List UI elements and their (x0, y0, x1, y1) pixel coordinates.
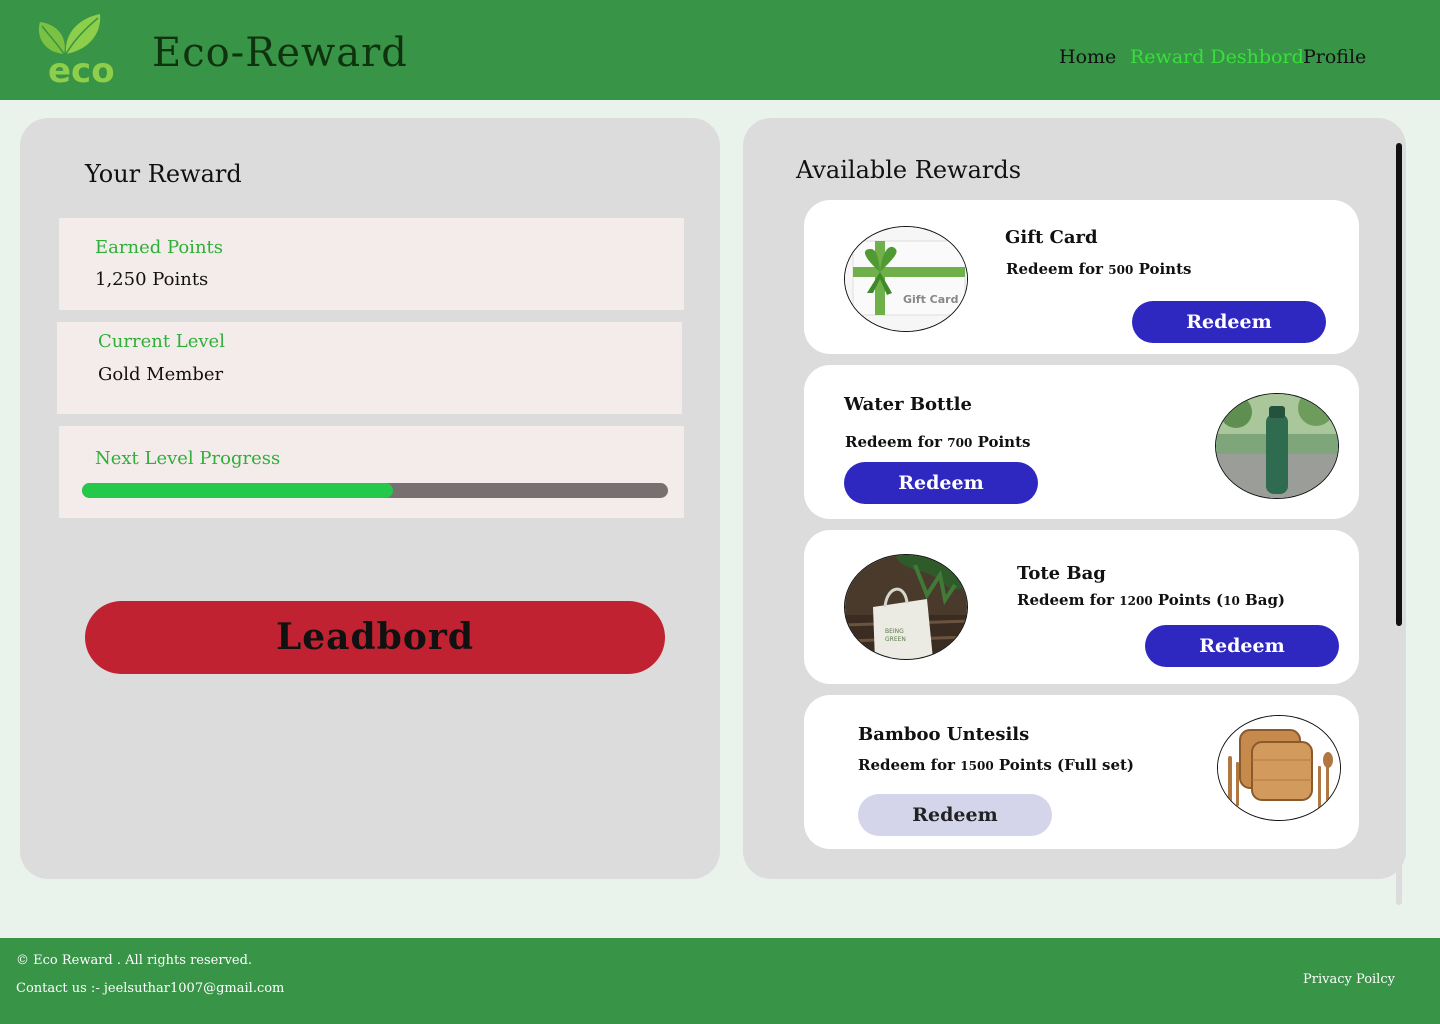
reward-card-tote-bag: BEING GREEN Tote Bag Redeem for 1200 Poi… (804, 530, 1359, 684)
reward-cost: Redeem for 1200 Points (10 Bag) (1017, 591, 1286, 609)
earned-points-card: Earned Points 1,250 Points (59, 218, 684, 310)
current-level-value: Gold Member (98, 364, 224, 385)
tote-bag-image: BEING GREEN (844, 554, 968, 660)
earned-points-value: 1,250 Points (95, 269, 209, 290)
your-reward-title: Your Reward (85, 160, 242, 188)
current-level-card: Current Level Gold Member (57, 322, 682, 414)
rewards-scrollbar[interactable] (1396, 143, 1402, 626)
gift-card-image-text: Gift Card (903, 293, 958, 306)
contact-text: Contact us :- jeelsuthar1007@gmail.com (16, 981, 285, 996)
reward-cost: Redeem for 1500 Points (Full set) (858, 756, 1135, 774)
reward-title: Water Bottle (844, 394, 972, 415)
copyright-text: © Eco Reward . All rights reserved. (16, 953, 253, 968)
next-level-label: Next Level Progress (95, 448, 281, 469)
water-bottle-image (1215, 393, 1339, 499)
redeem-gift-card-button[interactable]: Redeem (1132, 301, 1326, 343)
privacy-policy-link[interactable]: Privacy Poilcy (1303, 972, 1395, 987)
earned-points-label: Earned Points (95, 237, 224, 258)
available-rewards-title: Available Rewards (796, 156, 1022, 184)
svg-text:BEING: BEING (885, 628, 904, 635)
progress-bar-fill (82, 483, 393, 498)
rewards-scrollbar-track (1396, 860, 1402, 905)
gift-card-image: Gift Card (844, 226, 968, 332)
redeem-tote-bag-button[interactable]: Redeem (1145, 625, 1339, 667)
site-footer: © Eco Reward . All rights reserved. Cont… (0, 938, 1440, 1024)
svg-text:GREEN: GREEN (885, 636, 906, 643)
nav-profile[interactable]: Profile (1303, 46, 1366, 68)
reward-title: Gift Card (1005, 227, 1098, 248)
your-reward-panel: Your Reward Earned Points 1,250 Points C… (20, 118, 720, 879)
nav-reward-dashboard[interactable]: Reward Deshbord (1130, 46, 1304, 68)
current-level-label: Current Level (98, 331, 225, 352)
nav-home[interactable]: Home (1059, 46, 1116, 68)
reward-card-water-bottle: Water Bottle Redeem for 700 Points Redee… (804, 365, 1359, 519)
brand-title: Eco-Reward (152, 30, 408, 76)
leaderboard-button[interactable]: Leadbord (85, 601, 665, 674)
bamboo-utensils-image (1217, 715, 1341, 821)
redeem-bamboo-utensils-button[interactable]: Redeem (858, 794, 1052, 836)
reward-cost: Redeem for 700 Points (845, 433, 1031, 451)
logo-text: eco (48, 51, 115, 88)
reward-card-gift-card: Gift Card Gift Card Redeem for 500 Point… (804, 200, 1359, 354)
reward-card-bamboo-utensils: Bamboo Untesils Redeem for 1500 Points (… (804, 695, 1359, 849)
redeem-water-bottle-button[interactable]: Redeem (844, 462, 1038, 504)
leaf-icon: eco (38, 14, 115, 91)
progress-bar (82, 483, 668, 498)
next-level-card: Next Level Progress (59, 426, 684, 518)
eco-logo[interactable]: eco (34, 12, 134, 91)
site-header: eco Eco-Reward Home Reward Deshbord Prof… (0, 0, 1440, 100)
reward-title: Bamboo Untesils (858, 724, 1030, 745)
reward-cost: Redeem for 500 Points (1006, 260, 1192, 278)
reward-title: Tote Bag (1017, 563, 1106, 584)
available-rewards-panel: Available Rewards Gift Card Gift Card Re… (743, 118, 1406, 879)
